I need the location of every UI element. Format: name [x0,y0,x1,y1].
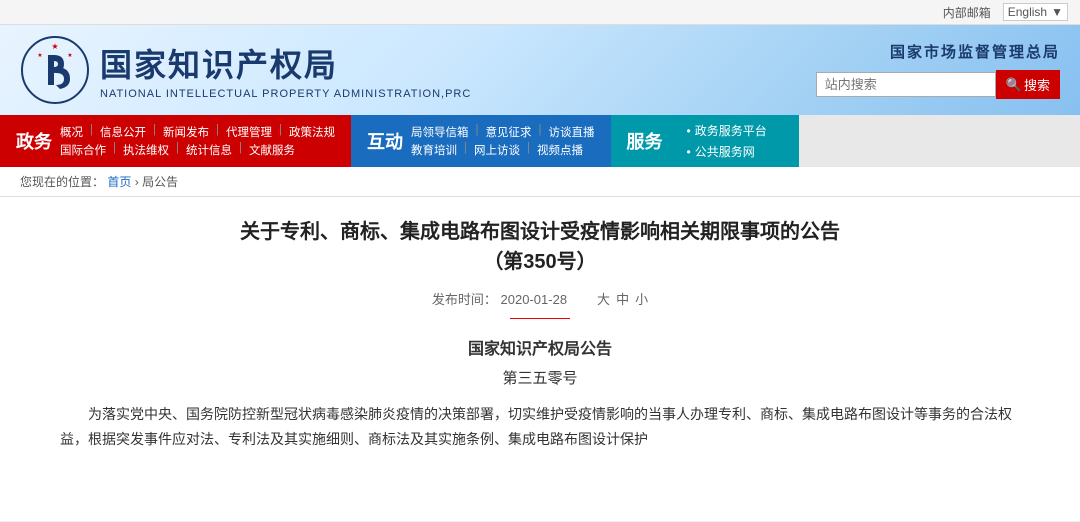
language-selector[interactable]: English ▼ [1003,3,1068,21]
nav-sub-xinwenfabu[interactable]: 新闻发布 [163,124,209,140]
nav-sub-zhifaweiquan[interactable]: 执法维权 [123,142,169,158]
search-button-label: 搜索 [1024,75,1050,94]
date-value: 2020-01-28 [501,292,568,307]
article-section-title: 国家知识产权局公告 [60,335,1020,359]
article-body: 为落实党中央、国务院防控新型冠状病毒感染肺炎疫情的决策部署，切实维护受疫情影响的… [60,402,1020,452]
header-right: 国家市场监督管理总局 🔍 搜索 [816,41,1060,99]
nav-sub-jldjx[interactable]: 局领导信箱 [411,124,469,140]
svg-text:★: ★ [37,52,42,59]
language-label: English [1008,5,1047,19]
nav-sub-zhengcefagui[interactable]: 政策法规 [289,124,335,140]
nav-sub-tongji[interactable]: 统计信息 [186,142,232,158]
nav-label-zhengwu: 政务 [16,128,52,154]
nav-item-fuwu[interactable]: 服务 • 政务服务平台 • 公共服务网 [611,115,799,167]
nav-subrow-4: 教育培训| 网上访谈| 视频点播 [411,142,595,158]
nav-subitems-hudong: 局领导信箱| 意见征求| 访谈直播 教育培训| 网上访谈| 视频点播 [411,124,595,158]
nav-subrow-2: 国际合作| 执法维权| 统计信息| 文献服务 [60,142,335,158]
article-subtitle: （第350号） [483,251,596,273]
logo-icon: ★ ★ ★ [20,35,90,105]
nav-sub-tanzhibo[interactable]: 访谈直播 [549,124,595,140]
font-size-controls: 大 中 小 [597,289,648,308]
font-small-btn[interactable]: 小 [635,289,648,308]
article-divider [510,318,570,319]
svg-text:★: ★ [67,52,72,59]
logo-chinese-name: 国家知识产权局 [100,40,471,86]
breadcrumb: 您现在的位置： 首页 › 局公告 [0,167,1080,197]
nav-sub-wangshangfangtan[interactable]: 网上访谈 [474,142,520,158]
nav-label-hudong: 互动 [367,128,403,154]
internal-mail-link[interactable]: 内部邮箱 [943,4,991,21]
main-nav: 政务 概况| 信息公开| 新闻发布| 代理管理| 政策法规 国际合作| 执法维权… [0,115,1080,167]
nav-right-zhengwufuwu-label: 政务服务平台 [695,122,767,139]
svg-text:★: ★ [51,42,58,51]
article-content: 关于专利、商标、集成电路布图设计受疫情影响相关期限事项的公告 （第350号） 发… [0,197,1080,521]
nav-right-items-fuwu: • 政务服务平台 • 公共服务网 [671,118,783,164]
nav-label-fuwu: 服务 [627,128,663,154]
search-input[interactable] [816,72,996,97]
logo-english-name: NATIONAL INTELLECTUAL PROPERTY ADMINISTR… [100,88,471,100]
article-meta: 发布时间： 2020-01-28 大 中 小 [60,289,1020,308]
nav-sub-guojihezuo[interactable]: 国际合作 [60,142,106,158]
date-label: 发布时间： [432,292,497,307]
nav-right-gonggongfuwu-label: 公共服务网 [695,143,755,160]
logo-area: ★ ★ ★ 国家知识产权局 NATIONAL INTELLECTUAL PROP… [20,35,471,105]
bullet-icon: • [687,124,691,138]
font-large-btn[interactable]: 大 [597,289,610,308]
nav-sub-xinxigongkai[interactable]: 信息公开 [100,124,146,140]
top-bar: 内部邮箱 English ▼ [0,0,1080,25]
bullet-icon2: • [687,145,691,159]
logo-text-area: 国家知识产权局 NATIONAL INTELLECTUAL PROPERTY A… [100,40,471,100]
breadcrumb-current: 局公告 [142,175,178,189]
article-section-num: 第三五零号 [60,367,1020,388]
nav-sub-shipindianbo[interactable]: 视频点播 [537,142,583,158]
chevron-down-icon: ▼ [1051,5,1063,19]
nav-right-zhengwufuwu[interactable]: • 政务服务平台 [687,122,767,139]
nav-subrow-3: 局领导信箱| 意见征求| 访谈直播 [411,124,595,140]
nav-sub-wenxian[interactable]: 文献服务 [249,142,295,158]
nav-right-gonggongfuwu[interactable]: • 公共服务网 [687,143,767,160]
nav-subrow-1: 概况| 信息公开| 新闻发布| 代理管理| 政策法规 [60,124,335,140]
nav-item-zhengwu[interactable]: 政务 概况| 信息公开| 新闻发布| 代理管理| 政策法规 国际合作| 执法维权… [0,115,351,167]
nav-sub-jiaoyupeixun[interactable]: 教育培训 [411,142,457,158]
header: ★ ★ ★ 国家知识产权局 NATIONAL INTELLECTUAL PROP… [0,25,1080,115]
nav-subitems-zhengwu: 概况| 信息公开| 新闻发布| 代理管理| 政策法规 国际合作| 执法维权| 统… [60,124,335,158]
nav-sub-dailiguanli[interactable]: 代理管理 [226,124,272,140]
authority-name: 国家市场监督管理总局 [890,41,1060,62]
article-date: 发布时间： 2020-01-28 [432,289,567,308]
nav-item-hudong[interactable]: 互动 局领导信箱| 意见征求| 访谈直播 教育培训| 网上访谈| 视频点播 [351,115,611,167]
nav-sub-gaiyuan[interactable]: 概况 [60,124,83,140]
breadcrumb-separator: › [135,175,142,189]
breadcrumb-location: 您现在的位置： [20,175,104,189]
font-medium-btn[interactable]: 中 [616,289,629,308]
search-box: 🔍 搜索 [816,70,1060,99]
search-button[interactable]: 🔍 搜索 [996,70,1060,99]
article-title: 关于专利、商标、集成电路布图设计受疫情影响相关期限事项的公告 （第350号） [60,217,1020,277]
search-icon: 🔍 [1006,77,1022,93]
breadcrumb-home[interactable]: 首页 [107,175,131,189]
article-title-text: 关于专利、商标、集成电路布图设计受疫情影响相关期限事项的公告 [240,221,840,243]
nav-sub-yijianzhengqiu[interactable]: 意见征求 [486,124,532,140]
